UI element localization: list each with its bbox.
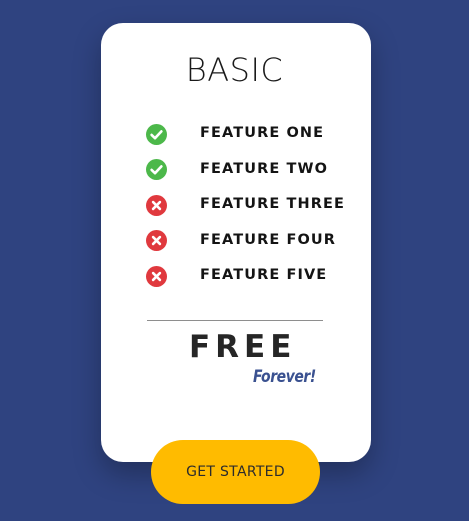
x-circle-icon	[146, 265, 167, 287]
feature-label: FEATURE ONE	[200, 125, 325, 141]
plan-price: FREE	[189, 329, 297, 365]
price-divider	[147, 320, 323, 321]
price-note: Forever!	[253, 367, 316, 387]
check-circle-icon	[146, 159, 167, 181]
x-circle-icon	[146, 194, 167, 216]
feature-label: FEATURE TWO	[200, 160, 329, 177]
get-started-button[interactable]: GET STARTED	[151, 440, 320, 504]
feature-label: FEATURE FOUR	[200, 231, 337, 248]
plan-title: BASIC	[185, 51, 284, 89]
feature-label: FEATURE THREE	[200, 196, 345, 213]
x-circle-icon	[146, 230, 167, 252]
check-circle-icon	[146, 123, 167, 145]
feature-label: FEATURE FIVE	[200, 267, 328, 284]
